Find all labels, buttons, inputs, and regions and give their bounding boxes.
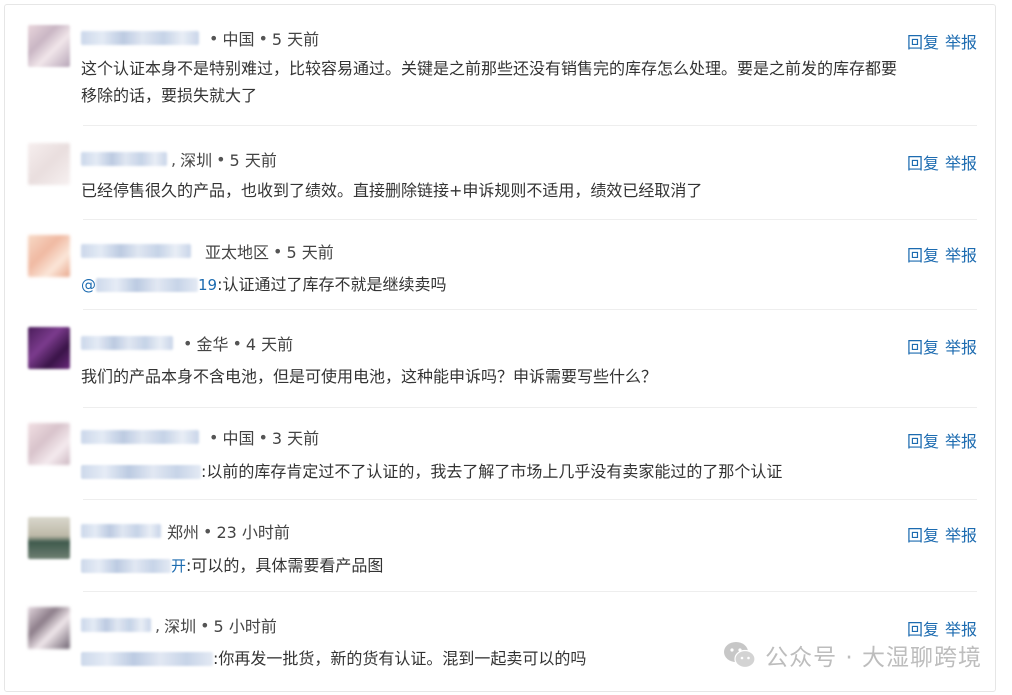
- mention-suffix[interactable]: 19: [198, 276, 217, 294]
- report-link[interactable]: 举报: [945, 29, 977, 53]
- reply-link[interactable]: 回复: [907, 428, 939, 452]
- avatar[interactable]: [28, 517, 70, 559]
- reply-link[interactable]: 回复: [907, 522, 939, 546]
- comment-location: 亚太地区: [205, 243, 270, 262]
- username[interactable]: [81, 31, 199, 45]
- avatar[interactable]: [28, 235, 70, 277]
- avatar[interactable]: [28, 423, 70, 465]
- reply-link[interactable]: 回复: [907, 616, 939, 640]
- comment-location: 中国: [222, 30, 255, 49]
- comment-time: 3 天前: [271, 429, 320, 448]
- avatar[interactable]: [28, 607, 70, 649]
- comment-text: 这个认证本身不是特别难过，比较容易通过。关键是之前那些还没有销售完的库存怎么处理…: [81, 59, 898, 105]
- comment-location: 深圳: [180, 151, 213, 170]
- avatar[interactable]: [28, 25, 70, 67]
- comment-item: • 中国 • 3 天前 回复 举报 :以前的库存肯定过不了认证的，我去了解了市场…: [25, 417, 979, 487]
- comment-time: 5 天前: [286, 243, 334, 262]
- comment-item: , 深圳 • 5 天前 回复 举报 已经停售很久的产品，也收到了绩效。直接删除链…: [25, 139, 979, 209]
- report-link[interactable]: 举报: [945, 616, 977, 640]
- mention-user[interactable]: [81, 465, 201, 479]
- avatar[interactable]: [28, 143, 70, 185]
- comment-location: 中国: [222, 429, 255, 448]
- username[interactable]: [81, 336, 173, 350]
- comment-item: 郑州 • 23 小时前 回复 举报 开:可以的，具体需要看产品图: [25, 511, 979, 581]
- comment-item: • 中国 • 5 天前 回复 举报 这个认证本身不是特别难过，比较容易通过。关键…: [25, 19, 979, 119]
- comment-text: 我们的产品本身不含电池，但是可使用电池，这种能申诉吗？申诉需要写些什么？: [81, 367, 658, 386]
- mention-at[interactable]: @: [81, 276, 96, 294]
- comment-item: 亚太地区 • 5 天前 回复 举报 @19:认证通过了库存不就是继续卖吗: [25, 231, 979, 301]
- avatar[interactable]: [28, 327, 70, 369]
- username[interactable]: [81, 152, 167, 166]
- divider: [83, 407, 977, 408]
- report-link[interactable]: 举报: [945, 428, 977, 452]
- mention-suffix[interactable]: 开: [171, 557, 186, 575]
- comment-text: @19:认证通过了库存不就是继续卖吗: [81, 275, 447, 294]
- comment-time: 5 天前: [271, 30, 320, 49]
- divider: [83, 125, 977, 126]
- comments-panel: • 中国 • 5 天前 回复 举报 这个认证本身不是特别难过，比较容易通过。关键…: [4, 4, 996, 692]
- report-link[interactable]: 举报: [945, 242, 977, 266]
- mention-user[interactable]: [81, 652, 213, 666]
- reply-link[interactable]: 回复: [907, 29, 939, 53]
- wechat-icon: [724, 642, 756, 669]
- comment-time: 5 天前: [229, 151, 277, 170]
- report-link[interactable]: 举报: [945, 150, 977, 174]
- divider: [83, 499, 977, 500]
- reply-link[interactable]: 回复: [907, 334, 939, 358]
- username[interactable]: [81, 244, 191, 258]
- watermark: 公众号 · 大湿聊跨境: [723, 638, 982, 672]
- comment-time: 5 小时前: [213, 617, 277, 636]
- reply-link[interactable]: 回复: [907, 150, 939, 174]
- username[interactable]: [81, 430, 199, 444]
- divider: [83, 591, 977, 592]
- comment-location: 金华: [196, 335, 229, 354]
- comment-location: 深圳: [164, 617, 197, 636]
- reply-link[interactable]: 回复: [907, 242, 939, 266]
- divider: [83, 309, 977, 310]
- comment-text: :以前的库存肯定过不了认证的，我去了解了市场上几乎没有卖家能过的了那个认证: [81, 458, 969, 485]
- username[interactable]: [81, 524, 161, 538]
- comment-time: 23 小时前: [216, 523, 290, 542]
- comment-time: 4 天前: [245, 335, 294, 354]
- report-link[interactable]: 举报: [945, 522, 977, 546]
- divider: [83, 219, 977, 220]
- watermark-text: 公众号 · 大湿聊跨境: [765, 645, 982, 671]
- username[interactable]: [81, 618, 151, 632]
- comment-text: 开:可以的，具体需要看产品图: [81, 552, 969, 580]
- comment-item: • 金华 • 4 天前 回复 举报 我们的产品本身不含电池，但是可使用电池，这种…: [25, 323, 979, 393]
- comment-location: 郑州: [167, 523, 200, 542]
- mention-user[interactable]: [81, 559, 171, 573]
- report-link[interactable]: 举报: [945, 334, 977, 358]
- mention-user[interactable]: [96, 278, 198, 292]
- comment-text: 已经停售很久的产品，也收到了绩效。直接删除链接+申诉规则不适用，绩效已经取消了: [81, 181, 703, 200]
